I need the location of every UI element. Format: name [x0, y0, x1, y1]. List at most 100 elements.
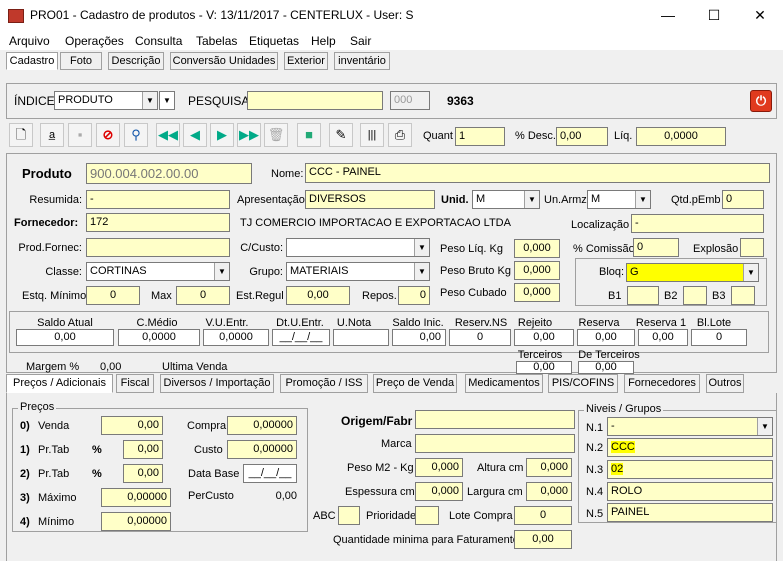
power-icon[interactable]: ⏻: [750, 90, 772, 112]
altura-input[interactable]: 0,000: [526, 458, 572, 477]
reserv-ns-value[interactable]: 0: [449, 329, 511, 346]
rejeito-value[interactable]: 0,00: [514, 329, 574, 346]
menu-etiquetas[interactable]: Etiquetas: [249, 34, 299, 48]
menu-arquivo[interactable]: Arquivo: [9, 34, 50, 48]
barcode-icon[interactable]: |||: [360, 123, 384, 147]
tab-descricao[interactable]: Descrição: [108, 52, 164, 70]
prioridade-input[interactable]: [415, 506, 439, 525]
close-button[interactable]: ✕: [737, 0, 783, 30]
preco-2-input[interactable]: 0,00: [123, 464, 163, 483]
indice-dropdown-button[interactable]: ▼: [159, 91, 175, 110]
max-input[interactable]: 0: [176, 286, 230, 305]
save-icon[interactable]: ▪: [68, 123, 92, 147]
largura-input[interactable]: 0,000: [526, 482, 572, 501]
nivel-3-input[interactable]: 02: [607, 460, 773, 479]
preco-4-input[interactable]: 0,00000: [101, 512, 171, 531]
tab-inventario[interactable]: inventário: [334, 52, 390, 70]
custo-input[interactable]: 0,00000: [227, 440, 297, 459]
grupo-select[interactable]: MATERIAIS ▼: [286, 262, 430, 281]
qtdmin-input[interactable]: 0,00: [514, 530, 572, 549]
preco-0-input[interactable]: 0,00: [101, 416, 163, 435]
pesquisa-input[interactable]: [247, 91, 383, 110]
indice-select[interactable]: PRODUTO ▼: [54, 91, 158, 110]
menu-operacoes[interactable]: Operações: [65, 34, 124, 48]
reserva1-value[interactable]: 0,00: [638, 329, 688, 346]
fornecedor-input[interactable]: 172: [86, 213, 230, 232]
localizacao-input[interactable]: -: [631, 214, 764, 233]
database-input[interactable]: __/__/__: [243, 464, 297, 483]
abc-input[interactable]: [338, 506, 360, 525]
preco-1-input[interactable]: 0,00: [123, 440, 163, 459]
de-terceiros-value[interactable]: 0,00: [578, 361, 634, 374]
edit-icon[interactable]: ✎: [329, 123, 353, 147]
previous-record-icon[interactable]: ◀: [183, 123, 207, 147]
last-record-icon[interactable]: ▶▶: [237, 123, 261, 147]
new-document-icon[interactable]: 🗋: [9, 123, 33, 147]
terceiros-value[interactable]: 0,00: [516, 361, 572, 374]
saldo-inic-value[interactable]: 0,00: [392, 329, 446, 346]
reserva-value[interactable]: 0,00: [577, 329, 635, 346]
ccusto-select[interactable]: ▼: [286, 238, 430, 257]
nivel-5-input[interactable]: PAINEL: [607, 503, 773, 522]
nivel-2-input[interactable]: CCC: [607, 438, 773, 457]
vuentr-value[interactable]: 0,0000: [203, 329, 269, 346]
origem-input[interactable]: [415, 410, 575, 429]
lotecompra-input[interactable]: 0: [514, 506, 572, 525]
estregul-input[interactable]: 0,00: [286, 286, 350, 305]
pesoliq-input[interactable]: 0,000: [514, 239, 560, 258]
tab-foto[interactable]: Foto: [60, 52, 102, 70]
spellcheck-icon[interactable]: a̲: [40, 123, 64, 147]
tab-fiscal[interactable]: Fiscal: [116, 374, 154, 393]
cmedio-value[interactable]: 0,0000: [118, 329, 200, 346]
menu-sair[interactable]: Sair: [350, 34, 371, 48]
minimize-button[interactable]: —: [645, 0, 691, 30]
b3-input[interactable]: [731, 286, 755, 305]
desc-input[interactable]: 0,00: [556, 127, 608, 146]
prodfornec-input[interactable]: [86, 238, 230, 257]
tab-conversao-unidades[interactable]: Conversão Unidades: [170, 52, 278, 70]
dtuentr-value[interactable]: __/__/__: [272, 329, 330, 346]
preco-3-input[interactable]: 0,00000: [101, 488, 171, 507]
saldo-atual-value[interactable]: 0,00: [16, 329, 114, 346]
unid-select[interactable]: M ▼: [472, 190, 540, 209]
menu-help[interactable]: Help: [311, 34, 336, 48]
compra-input[interactable]: 0,00000: [227, 416, 297, 435]
print-icon[interactable]: ⎙: [388, 123, 412, 147]
tab-exterior[interactable]: Exterior: [284, 52, 328, 70]
pesocubado-input[interactable]: 0,000: [514, 283, 560, 302]
tab-outros[interactable]: Outros: [706, 374, 744, 393]
tab-promocao-iss[interactable]: Promoção / ISS: [280, 374, 368, 393]
unota-value[interactable]: [333, 329, 389, 346]
repos-input[interactable]: 0: [398, 286, 430, 305]
nivel-4-input[interactable]: ROLO: [607, 482, 773, 501]
tab-diversos-importacao[interactable]: Diversos / Importação: [160, 374, 274, 393]
bloq-select[interactable]: G ▼: [626, 263, 759, 282]
qtdpemb-input[interactable]: 0: [722, 190, 764, 209]
nome-input[interactable]: CCC - PAINEL: [305, 163, 770, 183]
comissao-input[interactable]: 0: [633, 238, 679, 257]
box-icon[interactable]: ■: [297, 123, 321, 147]
tab-medicamentos[interactable]: Medicamentos: [465, 374, 543, 393]
apresentacao-input[interactable]: DIVERSOS: [305, 190, 435, 209]
first-record-icon[interactable]: ◀◀: [156, 123, 180, 147]
quant-input[interactable]: 1: [455, 127, 505, 146]
pesom2-input[interactable]: 0,000: [415, 458, 463, 477]
explosao-input[interactable]: [740, 238, 764, 257]
b1-input[interactable]: [627, 286, 659, 305]
tab-preco-de-venda[interactable]: Preço de Venda: [373, 374, 457, 393]
tab-precos-adicionais[interactable]: Preços / Adicionais: [6, 374, 113, 393]
liq-input[interactable]: 0,0000: [636, 127, 726, 146]
menu-consulta[interactable]: Consulta: [135, 34, 182, 48]
delete-icon[interactable]: 🗑: [264, 123, 288, 147]
code-input[interactable]: 000: [390, 91, 430, 110]
menu-tabelas[interactable]: Tabelas: [196, 34, 237, 48]
tab-cadastro[interactable]: Cadastro: [6, 52, 58, 70]
espessura-input[interactable]: 0,000: [415, 482, 463, 501]
tab-fornecedores[interactable]: Fornecedores: [624, 374, 700, 393]
unarmz-select[interactable]: M ▼: [587, 190, 651, 209]
produto-code-input[interactable]: 900.004.002.00.00: [86, 163, 252, 184]
nivel-1-select[interactable]: - ▼: [607, 417, 773, 436]
bllote-value[interactable]: 0: [691, 329, 747, 346]
pesobruto-input[interactable]: 0,000: [514, 261, 560, 280]
resumida-input[interactable]: -: [86, 190, 230, 209]
